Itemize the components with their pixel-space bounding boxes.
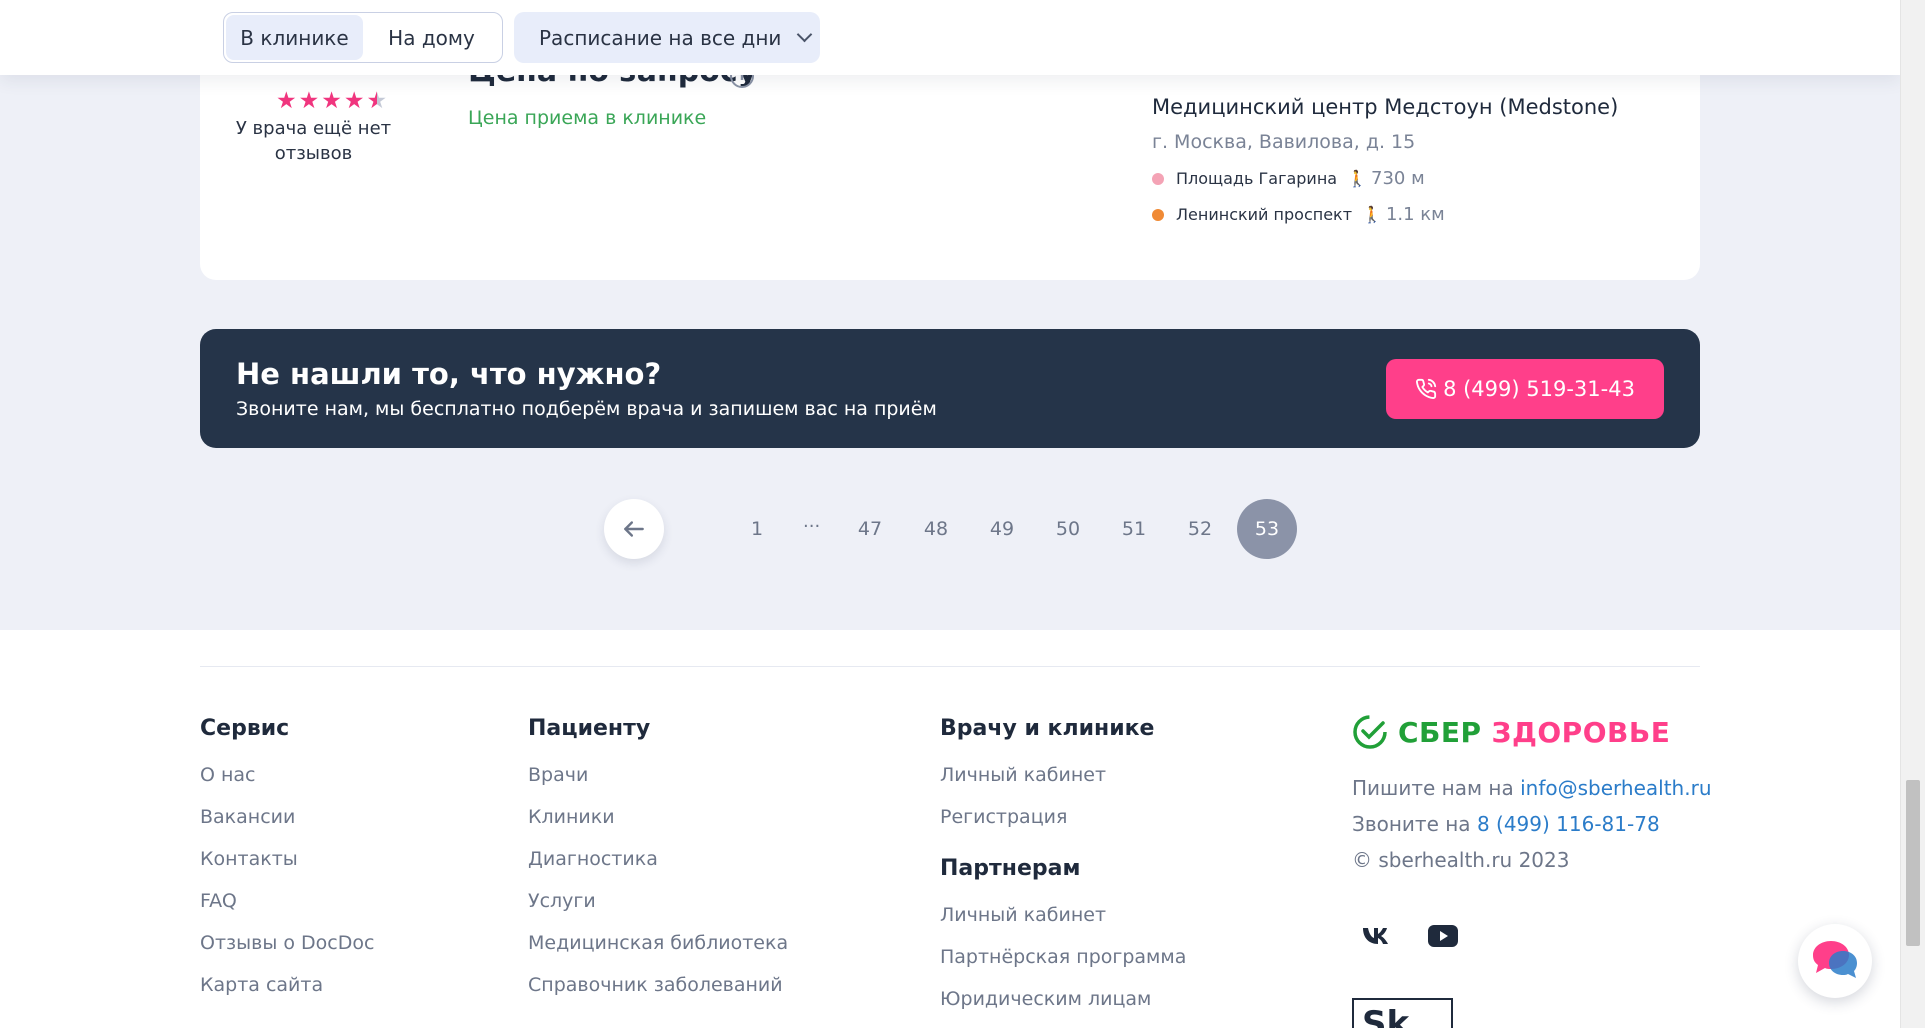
star-icon: ★: [276, 88, 297, 114]
metro-station: Площадь Гагарина 🚶 730 м: [1152, 168, 1425, 189]
footer-col-patient: Пациенту Врачи Клиники Диагностика Услуг…: [528, 716, 788, 1006]
metro-name: Площадь Гагарина: [1176, 169, 1338, 188]
brand-sber: СБЕР: [1398, 715, 1482, 749]
contact-email-line: Пишите нам на info@sberhealth.ru: [1352, 776, 1712, 800]
copyright: © sberhealth.ru 2023: [1352, 848, 1570, 872]
star-half-icon: ★: [366, 88, 388, 114]
footer-link[interactable]: Справочник заболеваний: [528, 964, 788, 1006]
footer-col-service: Сервис О нас Вакансии Контакты FAQ Отзыв…: [200, 716, 374, 1006]
sberhealth-logo[interactable]: СБЕР ЗДОРОВЬЕ: [1352, 714, 1670, 750]
metro-line-dot: [1152, 172, 1164, 185]
footer-link[interactable]: Услуги: [528, 880, 788, 922]
clinic-address: г. Москва, Вавилова, д. 15: [1152, 131, 1416, 153]
contact-email-link[interactable]: info@sberhealth.ru: [1520, 776, 1711, 800]
footer-link[interactable]: Личный кабинет: [940, 754, 1186, 796]
contact-email-prefix: Пишите нам на: [1352, 776, 1514, 800]
footer-heading: Врачу и клинике: [940, 716, 1155, 741]
footer-link[interactable]: Вакансии: [200, 796, 374, 838]
footer: Сервис О нас Вакансии Контакты FAQ Отзыв…: [0, 630, 1900, 1028]
chevron-down-icon: [797, 26, 813, 43]
help-banner-subtitle: Звоните нам, мы бесплатно подберём врача…: [236, 398, 937, 420]
help-banner-title: Не нашли то, что нужно?: [236, 357, 662, 391]
scrollbar-thumb[interactable]: [1906, 780, 1920, 946]
footer-col-doctor: Врачу и клинике Личный кабинет Регистрац…: [940, 716, 1186, 1020]
metro-name: Ленинский проспект: [1176, 205, 1353, 224]
contact-phone-link[interactable]: 8 (499) 116-81-78: [1477, 812, 1660, 836]
star-icon: ★: [298, 88, 320, 114]
page-link[interactable]: 1: [727, 499, 787, 559]
no-reviews-text: У врача ещё нет отзывов: [235, 118, 392, 164]
tab-in-clinic[interactable]: В клинике: [226, 15, 363, 60]
clinic-name[interactable]: Медицинский центр Медстоун (Medstone): [1152, 95, 1618, 119]
footer-link[interactable]: Регистрация: [940, 796, 1186, 838]
contact-phone-line: Звоните на 8 (499) 116-81-78: [1352, 812, 1660, 836]
footer-link[interactable]: Врачи: [528, 754, 788, 796]
metro-distance: 730 м: [1371, 168, 1425, 189]
contact-phone-prefix: Звоните на: [1352, 812, 1471, 836]
footer-link[interactable]: Медицинская библиотека: [528, 922, 788, 964]
filter-bar: В клинике На дому Расписание на все дни: [0, 0, 1900, 75]
page-link[interactable]: 49: [972, 499, 1032, 559]
youtube-icon[interactable]: [1425, 918, 1461, 954]
footer-link[interactable]: Клиники: [528, 796, 788, 838]
footer-link[interactable]: Партнёрская программа: [940, 936, 1186, 978]
pagination: 1 ... 47 48 49 50 51 52 53: [0, 499, 1900, 559]
metro-line-dot: [1152, 208, 1164, 221]
footer-divider: [200, 666, 1700, 667]
phone-icon: [1416, 378, 1437, 399]
page-link[interactable]: 51: [1104, 499, 1164, 559]
brand-zdorovye: ЗДОРОВЬЕ: [1491, 715, 1671, 749]
schedule-dropdown[interactable]: Расписание на все дни: [514, 12, 820, 63]
chat-icon: [1813, 941, 1857, 978]
star-icon: ★: [321, 88, 342, 114]
call-button-label: 8 (499) 519-31-43: [1443, 377, 1635, 401]
help-banner: Не нашли то, что нужно? Звоните нам, мы …: [200, 329, 1700, 448]
footer-link[interactable]: Юридическим лицам: [940, 978, 1186, 1020]
footer-link[interactable]: Диагностика: [528, 838, 788, 880]
page-link-current[interactable]: 53: [1237, 499, 1297, 559]
footer-link[interactable]: Личный кабинет: [940, 894, 1186, 936]
vk-icon[interactable]: [1359, 918, 1395, 954]
pagination-ellipsis: ...: [803, 511, 821, 532]
footer-heading: Сервис: [200, 716, 290, 741]
footer-link[interactable]: О нас: [200, 754, 374, 796]
tab-at-home[interactable]: На дому: [363, 15, 500, 60]
footer-link[interactable]: Контакты: [200, 838, 374, 880]
page-link[interactable]: 50: [1038, 499, 1098, 559]
star-icon: ★: [343, 88, 365, 114]
page-link[interactable]: 48: [906, 499, 966, 559]
price-subtitle: Цена приема в клинике: [468, 107, 707, 129]
metro-station: Ленинский проспект 🚶 1.1 км: [1152, 204, 1445, 225]
walk-icon: 🚶: [1362, 205, 1382, 224]
page-link[interactable]: 47: [840, 499, 900, 559]
page-scrollbar[interactable]: [1900, 0, 1925, 1028]
page-link[interactable]: 52: [1170, 499, 1230, 559]
footer-heading: Партнерам: [940, 856, 1081, 881]
walk-icon: 🚶: [1347, 169, 1368, 188]
chat-button[interactable]: [1798, 924, 1872, 998]
visit-type-toggle: В клинике На дому: [223, 12, 503, 63]
footer-link[interactable]: Карта сайта: [200, 964, 374, 1006]
call-button[interactable]: 8 (499) 519-31-43: [1386, 359, 1664, 419]
skolkovo-logo: Sk: [1352, 998, 1453, 1028]
footer-link[interactable]: FAQ: [200, 880, 374, 922]
schedule-dropdown-label: Расписание на все дни: [539, 25, 782, 50]
footer-link[interactable]: Отзывы о DocDoc: [200, 922, 374, 964]
prev-page-button[interactable]: [604, 499, 664, 559]
arrow-left-icon: [624, 521, 644, 537]
footer-heading: Пациенту: [528, 716, 651, 741]
rating-stars: ★ ★ ★ ★ ★: [276, 90, 387, 113]
metro-distance: 1.1 км: [1385, 204, 1445, 225]
sber-check-icon: [1353, 715, 1387, 749]
